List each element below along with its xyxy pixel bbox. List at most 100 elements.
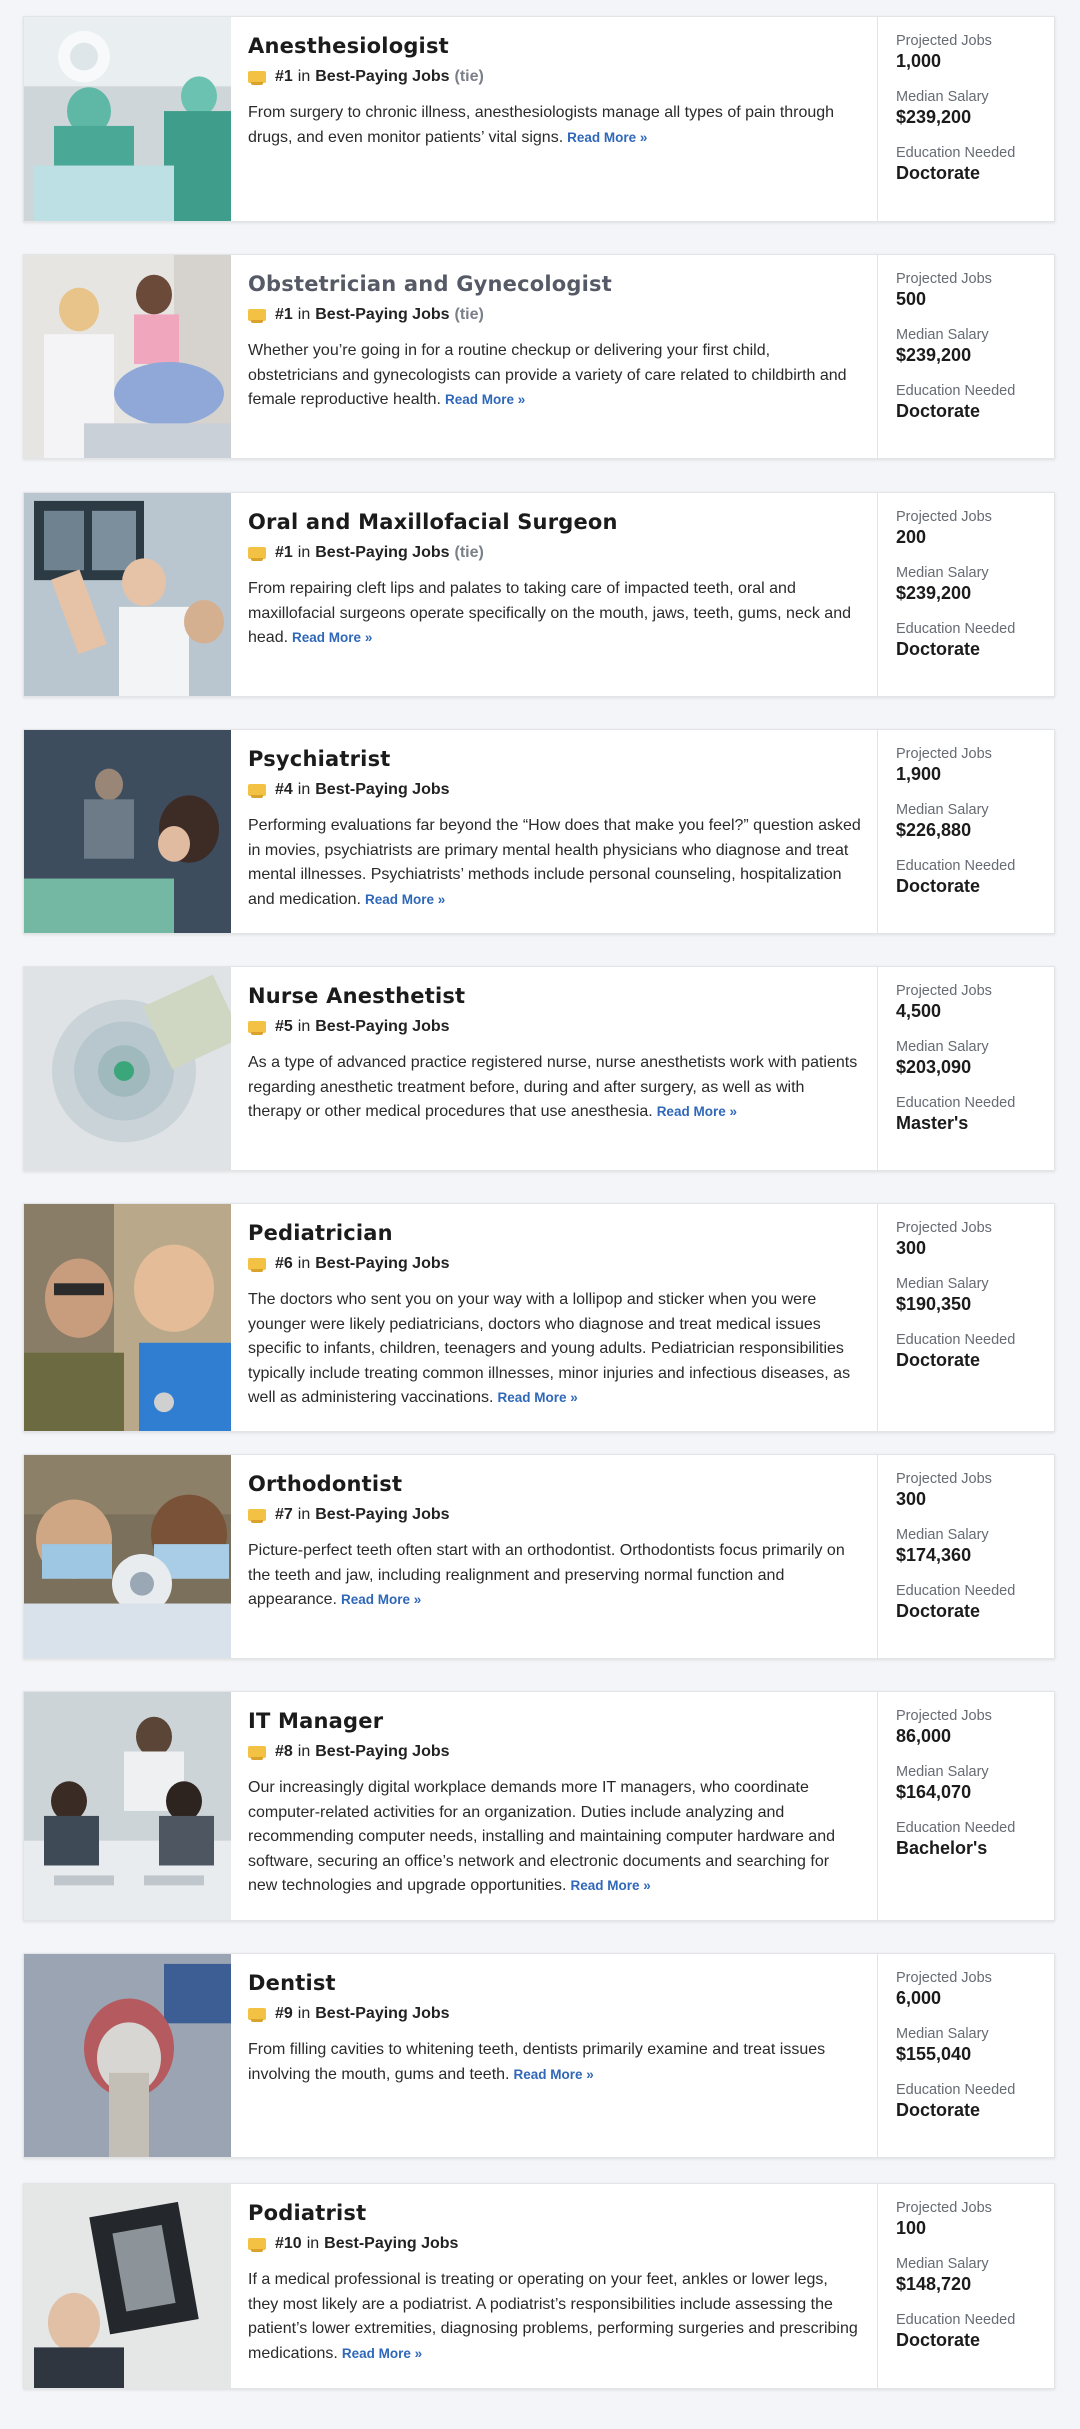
education-label: Education Needed [896,1095,1016,1111]
read-more-link[interactable]: Read More » [341,1592,421,1607]
median-salary-label: Median Salary [896,1764,989,1780]
job-info: Dentist #9 in Best-Paying Jobs From fill… [231,1954,878,2157]
rank-in: in [297,544,311,561]
rank-list-link[interactable]: Best-Paying Jobs [315,2004,449,2024]
job-info: IT Manager #8 in Best-Paying Jobs Our in… [231,1692,878,1920]
job-title[interactable]: Orthodontist [248,1471,861,1497]
job-photo-orthodontist[interactable] [24,1455,231,1658]
rank-in: in [297,68,311,85]
read-more-link[interactable]: Read More » [567,130,647,145]
job-card: Podiatrist #10 in Best-Paying Jobs If a … [23,2183,1055,2389]
rank-list-link[interactable]: Best-Paying Jobs [315,543,449,563]
projected-jobs-label: Projected Jobs [896,2200,992,2216]
projected-jobs-label: Projected Jobs [896,983,992,999]
rank-number: #8 [275,1743,293,1760]
description-text: Picture-perfect teeth often start with a… [248,1542,845,1609]
read-more-link[interactable]: Read More » [570,1878,650,1893]
tie-label: (tie) [454,306,484,323]
job-title[interactable]: Nurse Anesthetist [248,983,861,1009]
read-more-link[interactable]: Read More » [365,892,445,907]
rank-number: #9 [275,2005,293,2022]
job-description: Performing evaluations far beyond the “H… [248,814,861,912]
projected-jobs-label: Projected Jobs [896,1708,992,1724]
projected-jobs-label: Projected Jobs [896,271,992,287]
rank-list-link[interactable]: Best-Paying Jobs [315,1017,449,1037]
rank-list-link[interactable]: Best-Paying Jobs [324,2234,458,2254]
rank-list-link[interactable]: Best-Paying Jobs [315,67,449,87]
job-photo-anesthesiologist[interactable] [24,17,231,221]
read-more-link[interactable]: Read More » [497,1390,577,1405]
rank-in: in [297,1506,311,1523]
rank-in: in [297,1018,311,1035]
job-photo-pediatrician[interactable] [24,1204,231,1431]
rank-list-link[interactable]: Best-Paying Jobs [315,305,449,325]
job-photo-obstetrician[interactable] [24,255,231,458]
rank-line: #8 in Best-Paying Jobs [248,1742,861,1762]
median-salary-label: Median Salary [896,802,989,818]
description-text: If a medical professional is treating or… [248,2271,858,2362]
read-more-link[interactable]: Read More » [445,392,525,407]
read-more-link[interactable]: Read More » [342,2346,422,2361]
job-info: Oral and Maxillofacial Surgeon #1 in Bes… [231,493,878,696]
ribbon-badge-icon [248,547,266,561]
job-title[interactable]: Psychiatrist [248,746,861,772]
education-label: Education Needed [896,1583,1016,1599]
median-salary-label: Median Salary [896,89,989,105]
job-stats: Projected Jobs 100 Median Salary $148,72… [878,2184,1054,2388]
job-description: The doctors who sent you on your way wit… [248,1288,861,1411]
job-card: Pediatrician #6 in Best-Paying Jobs The … [23,1203,1055,1432]
education-value: Doctorate [896,2330,981,2350]
job-stats: Projected Jobs 500 Median Salary $239,20… [878,255,1054,458]
job-photo-dentist[interactable] [24,1954,231,2157]
rank-line: #9 in Best-Paying Jobs [248,2004,861,2024]
job-title[interactable]: Anesthesiologist [248,33,861,59]
job-title[interactable]: Obstetrician and Gynecologist [248,271,861,297]
job-stats: Projected Jobs 6,000 Median Salary $155,… [878,1954,1054,2157]
education-label: Education Needed [896,2082,1016,2098]
job-title[interactable]: Oral and Maxillofacial Surgeon [248,509,861,535]
job-info: Orthodontist #7 in Best-Paying Jobs Pict… [231,1455,878,1658]
job-info: Nurse Anesthetist #5 in Best-Paying Jobs… [231,967,878,1170]
rank-list-link[interactable]: Best-Paying Jobs [315,780,449,800]
median-salary-value: $239,200 [896,345,972,365]
job-photo-nurse-anesthetist[interactable] [24,967,231,1170]
job-description: As a type of advanced practice registere… [248,1051,861,1125]
job-photo-it-manager[interactable] [24,1692,231,1920]
rank-line: #6 in Best-Paying Jobs [248,1254,861,1274]
education-label: Education Needed [896,621,1016,637]
rank-list-link[interactable]: Best-Paying Jobs [315,1742,449,1762]
job-card: Orthodontist #7 in Best-Paying Jobs Pict… [23,1454,1055,1659]
read-more-link[interactable]: Read More » [514,2067,594,2082]
ribbon-badge-icon [248,71,266,85]
job-card: Oral and Maxillofacial Surgeon #1 in Bes… [23,492,1055,697]
ribbon-badge-icon [248,1509,266,1523]
projected-jobs-value: 1,000 [896,51,942,71]
read-more-link[interactable]: Read More » [657,1104,737,1119]
education-value: Doctorate [896,401,981,421]
projected-jobs-label: Projected Jobs [896,33,992,49]
job-stats: Projected Jobs 86,000 Median Salary $164… [878,1692,1054,1920]
projected-jobs-value: 86,000 [896,1726,952,1746]
job-title[interactable]: Podiatrist [248,2200,861,2226]
job-stats: Projected Jobs 300 Median Salary $174,36… [878,1455,1054,1658]
job-title[interactable]: Pediatrician [248,1220,861,1246]
job-photo-oral-surgeon[interactable] [24,493,231,696]
job-photo-psychiatrist[interactable] [24,730,231,933]
rank-number: #1 [275,68,293,85]
projected-jobs-label: Projected Jobs [896,1220,992,1236]
rank-list-link[interactable]: Best-Paying Jobs [315,1254,449,1274]
rank-in: in [297,1255,311,1272]
education-value: Master's [896,1113,969,1133]
education-value: Bachelor's [896,1838,988,1858]
rank-list-link[interactable]: Best-Paying Jobs [315,1505,449,1525]
job-photo-podiatrist[interactable] [24,2184,231,2388]
rank-number: #6 [275,1255,293,1272]
ribbon-badge-icon [248,1746,266,1760]
job-title[interactable]: IT Manager [248,1708,861,1734]
median-salary-label: Median Salary [896,327,989,343]
read-more-link[interactable]: Read More » [292,630,372,645]
description-text: From surgery to chronic illness, anesthe… [248,104,835,146]
job-title[interactable]: Dentist [248,1970,861,1996]
rank-number: #4 [275,781,293,798]
median-salary-value: $203,090 [896,1057,972,1077]
